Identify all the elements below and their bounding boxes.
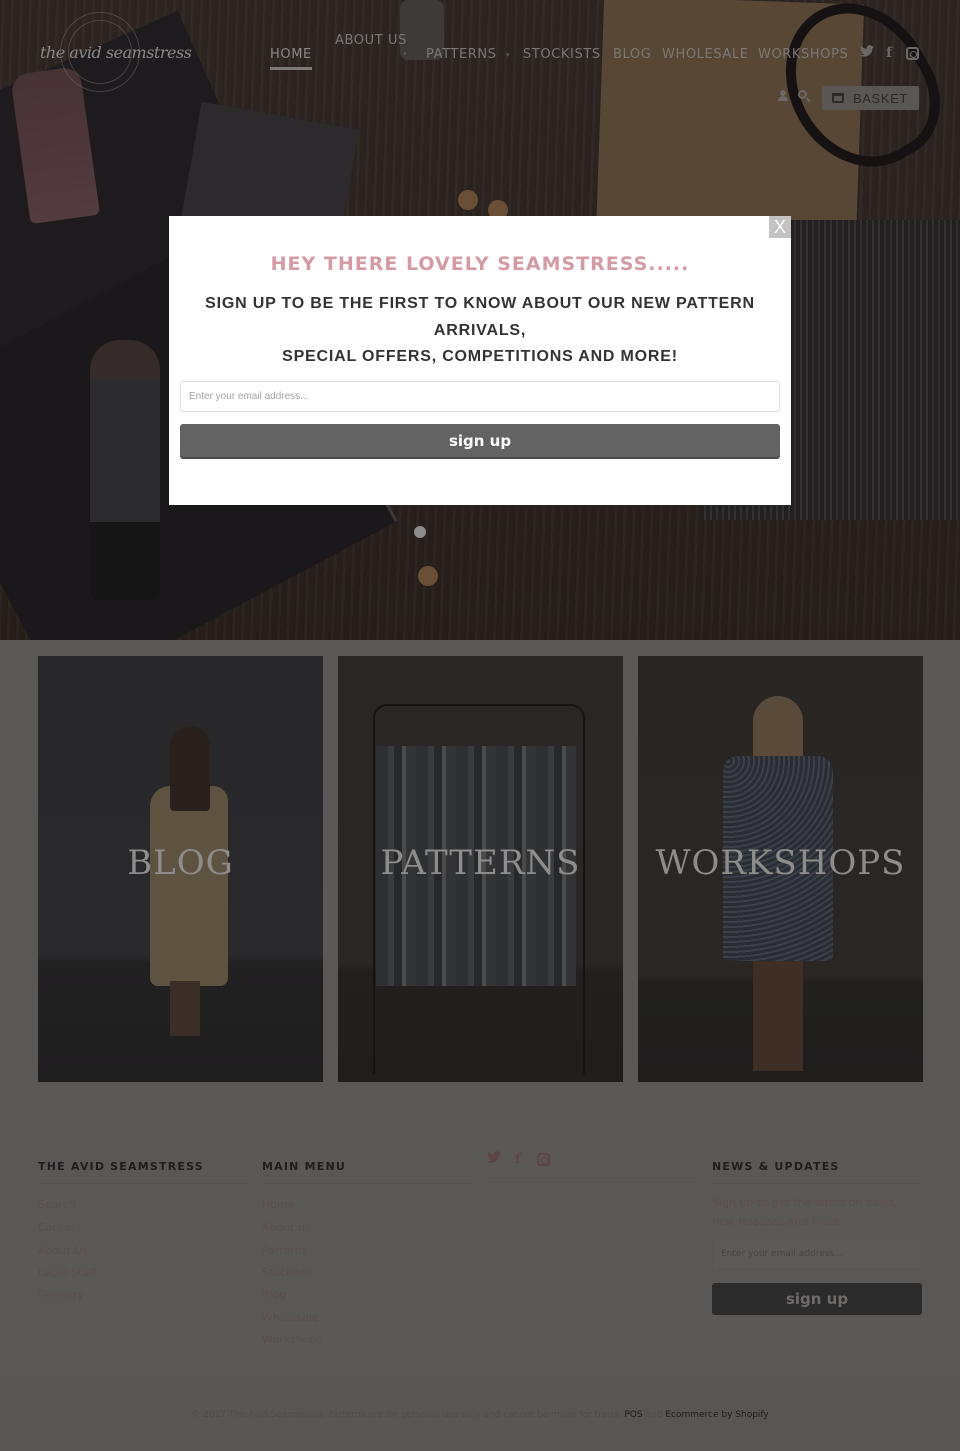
footer-link-workshops[interactable]: Workshops: [262, 1333, 322, 1346]
popup-signup-button[interactable]: sign up: [180, 424, 780, 457]
twitter-bird-glyph: [860, 45, 874, 57]
popup-subtitle-line: SIGN UP TO BE THE FIRST TO KNOW ABOUT OU…: [205, 295, 755, 312]
basket-button[interactable]: BASKET: [822, 86, 919, 110]
cart-icon: [832, 93, 844, 103]
close-popup-button[interactable]: X: [769, 216, 791, 238]
footer-col-title: NEWS & UPDATES: [712, 1160, 840, 1173]
tile-patterns[interactable]: PATTERNS: [338, 656, 623, 1082]
popup-subtitle-line: ARRIVALS,: [433, 321, 527, 339]
chevron-down-icon[interactable]: ▾: [506, 51, 510, 59]
active-nav-indicator: [270, 67, 312, 70]
divider: [262, 1183, 472, 1184]
leg-shape: [170, 981, 200, 1036]
nav-patterns[interactable]: PATTERNS: [426, 47, 497, 62]
shopify-link[interactable]: Ecommerce by Shopify: [665, 1410, 768, 1420]
tile-workshops[interactable]: WORKSHOPS: [638, 656, 923, 1082]
divider: [38, 1183, 248, 1184]
sewing-button-image: [458, 190, 478, 210]
twitter-bird-glyph: [487, 1151, 501, 1163]
footer-link-about-us[interactable]: About Us: [38, 1244, 88, 1257]
basket-label: BASKET: [853, 90, 908, 106]
tile-label: PATTERNS: [380, 843, 581, 883]
tile-label: BLOG: [127, 843, 234, 883]
chevron-down-icon[interactable]: ▾: [403, 50, 407, 58]
copyright: © 2017 The Avid Seamstress. Patterns are…: [0, 1410, 960, 1420]
leg-shape: [753, 961, 803, 1071]
nav-stockists[interactable]: STOCKISTS: [523, 47, 601, 62]
copyright-text: © 2017 The Avid Seamstress. Patterns are…: [191, 1410, 622, 1420]
and-text: and: [645, 1410, 663, 1420]
footer-col-title: MAIN MENU: [262, 1160, 346, 1173]
nav-about-us[interactable]: ABOUT US: [335, 33, 407, 48]
popup-title: HEY THERE LOVELY SEAMSTRESS.....: [270, 253, 690, 275]
search-icon[interactable]: [798, 90, 807, 99]
footer-link-patterns[interactable]: Patterns: [262, 1244, 307, 1257]
hair-shape: [170, 726, 210, 811]
footer-link-home[interactable]: Home: [262, 1198, 294, 1211]
divider: [487, 1181, 697, 1182]
footer-link-delivery[interactable]: Delivery: [38, 1288, 84, 1301]
rack-shape: [373, 704, 585, 1074]
popup-subtitle: SIGN UP TO BE THE FIRST TO KNOW ABOUT OU…: [169, 291, 791, 371]
tile-blog[interactable]: BLOG: [38, 656, 323, 1082]
twitter-icon[interactable]: [487, 1151, 501, 1167]
nav-wholesale[interactable]: WHOLESALE: [662, 47, 749, 62]
footer-link-legal[interactable]: Legal Stuff: [38, 1266, 97, 1279]
footer-link-stockists[interactable]: Stockists: [262, 1266, 311, 1279]
footer-col-title: THE AVID SEAMSTRESS: [38, 1160, 204, 1173]
footer-email-input[interactable]: [712, 1239, 922, 1269]
dress-shape: [150, 786, 228, 986]
divider: [712, 1183, 922, 1184]
footer-link-about-us[interactable]: About us: [262, 1221, 311, 1234]
instagram-icon[interactable]: [537, 1153, 550, 1166]
account-icon[interactable]: [778, 90, 788, 102]
nav-home[interactable]: HOME: [270, 47, 312, 62]
newsletter-description: Sign up to get the latest on sales, new …: [712, 1196, 898, 1228]
popup-subtitle-line: SPECIAL OFFERS, COMPETITIONS AND MORE!: [282, 348, 678, 365]
nav-blog[interactable]: BLOG: [613, 47, 651, 62]
nav-workshops[interactable]: WORKSHOPS: [758, 47, 848, 62]
facebook-icon[interactable]: f: [515, 1151, 521, 1167]
pin-image: [414, 526, 426, 538]
model-photo: [150, 726, 228, 1046]
instagram-icon[interactable]: [906, 47, 919, 60]
model-photo: [90, 340, 160, 600]
footer-link-blog[interactable]: Blog: [262, 1288, 286, 1301]
tile-label: WORKSHOPS: [655, 843, 906, 883]
newsletter-popup: X HEY THERE LOVELY SEAMSTRESS..... SIGN …: [169, 216, 791, 505]
site-logo[interactable]: the avid seamstress: [40, 43, 192, 62]
footer-link-search[interactable]: Search: [38, 1198, 76, 1211]
sewing-button-image: [418, 566, 438, 586]
popup-email-input[interactable]: [180, 381, 780, 412]
footer-link-wholesale[interactable]: Wholesale: [262, 1311, 319, 1324]
footer-link-contact[interactable]: Contact: [38, 1221, 81, 1234]
twitter-icon[interactable]: [860, 45, 874, 61]
facebook-icon[interactable]: f: [886, 45, 892, 61]
pos-link[interactable]: POS: [624, 1410, 642, 1420]
footer-signup-button[interactable]: sign up: [712, 1283, 922, 1315]
model-photo: [723, 696, 833, 1076]
